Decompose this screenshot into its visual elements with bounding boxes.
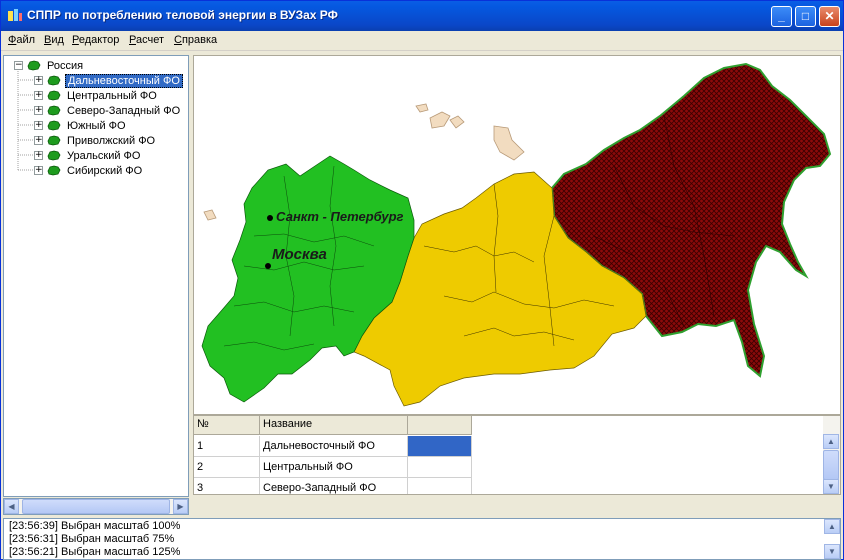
scroll-up-arrow-icon[interactable]: ▲	[823, 434, 839, 449]
region-tree[interactable]: − Россия + Дальневосточный ФО + Центральный…	[3, 55, 189, 497]
tree-item-district[interactable]: + Уральский ФО	[34, 148, 142, 163]
menu-help-mnemonic: С	[174, 34, 182, 46]
table-cell-name[interactable]: Центральный ФО	[260, 457, 408, 478]
scrollbar-thumb[interactable]	[22, 499, 170, 514]
column-header-value[interactable]	[408, 416, 472, 435]
expand-icon[interactable]: +	[34, 106, 43, 115]
region-map-icon	[47, 135, 61, 146]
menu-file-label: айл	[16, 34, 36, 46]
tree-item-label: Дальневосточный ФО	[65, 73, 183, 88]
region-map-icon	[47, 105, 61, 116]
close-button[interactable]: ✕	[819, 6, 840, 27]
minimize-button[interactable]: _	[771, 6, 792, 27]
menu-calculation-mnemonic: Р	[129, 34, 136, 46]
table-cell-color[interactable]	[408, 457, 472, 478]
region-map-icon	[27, 60, 41, 71]
moscow-marker	[265, 263, 271, 269]
column-header-number[interactable]: №	[194, 416, 260, 435]
region-map-icon	[47, 120, 61, 131]
scroll-down-arrow-icon[interactable]: ▼	[823, 479, 839, 494]
table-cell-color[interactable]	[408, 478, 472, 494]
spb-marker	[267, 215, 273, 221]
menu-editor[interactable]: Редактор	[72, 34, 119, 46]
menu-calculation-label: асчет	[135, 34, 164, 46]
table-cell-number[interactable]: 3	[194, 478, 260, 494]
menu-editor-mnemonic: Р	[72, 34, 79, 46]
tree-item-label: Центральный ФО	[67, 89, 157, 102]
log-line: [23:56:31] Выбран масштаб 75%	[9, 533, 175, 545]
russia-map[interactable]: Санкт - Петербург Москва	[193, 55, 841, 415]
region-map-icon	[47, 75, 61, 86]
tree-item-label: Северо-Западный ФО	[67, 104, 181, 117]
menu-editor-label: едактор	[78, 34, 120, 46]
table-cell-number[interactable]: 1	[194, 436, 260, 457]
log-line: [23:56:39] Выбран масштаб 100%	[9, 520, 181, 532]
table-cell-color[interactable]	[408, 436, 472, 457]
tree-item-district[interactable]: + Северо-Западный ФО	[34, 103, 182, 118]
log-line: [23:56:21] Выбран масштаб 125%	[9, 546, 181, 558]
tree-item-label: Россия	[47, 59, 84, 72]
menu-help[interactable]: Справка	[174, 34, 217, 46]
tree-item-district[interactable]: + Южный ФО	[34, 118, 128, 133]
maximize-button[interactable]: □	[795, 6, 816, 27]
title-bar[interactable]: СППР по потреблению теловой энергии в ВУ…	[1, 1, 843, 31]
expand-icon[interactable]: +	[34, 76, 43, 85]
menu-view[interactable]: Вид	[44, 34, 64, 46]
tree-item-label: Уральский ФО	[67, 149, 141, 162]
scroll-right-arrow-icon[interactable]: ▶	[173, 499, 188, 514]
spb-label: Санкт - Петербург	[276, 209, 404, 224]
expand-icon[interactable]: +	[34, 121, 43, 130]
tree-item-russia[interactable]: − Россия	[14, 58, 85, 73]
tree-item-district[interactable]: + Дальневосточный ФО	[34, 73, 183, 88]
expand-icon[interactable]: +	[34, 136, 43, 145]
expand-icon[interactable]: +	[34, 166, 43, 175]
districts-table[interactable]: № Название 1 Дальневосточный ФО 2 Центральн…	[193, 415, 841, 495]
tree-item-label: Приволжский ФО	[67, 134, 156, 147]
tree-item-district[interactable]: + Центральный ФО	[34, 88, 159, 103]
region-map-icon	[47, 150, 61, 161]
moscow-label: Москва	[272, 246, 327, 263]
menu-help-label: правка	[181, 34, 218, 46]
app-logo-icon	[7, 8, 23, 24]
window-title: СППР по потреблению теловой энергии в ВУ…	[27, 8, 338, 22]
scroll-down-arrow-icon[interactable]: ▼	[824, 544, 840, 559]
table-cell-name[interactable]: Дальневосточный ФО	[260, 436, 408, 457]
tree-item-label: Южный ФО	[67, 119, 126, 132]
scroll-up-arrow-icon[interactable]: ▲	[824, 519, 840, 534]
scrollbar-thumb[interactable]	[823, 450, 839, 480]
region-map-icon	[47, 90, 61, 101]
event-log[interactable]: [23:56:39] Выбран масштаб 100% [23:56:31…	[3, 518, 841, 560]
tree-item-district[interactable]: + Сибирский ФО	[34, 163, 144, 178]
menu-view-label: ид	[51, 34, 64, 46]
menu-calculation[interactable]: Расчет	[129, 34, 164, 46]
menu-file[interactable]: Файл	[8, 34, 35, 46]
expand-icon[interactable]: +	[34, 91, 43, 100]
column-header-name[interactable]: Название	[260, 416, 408, 435]
scroll-left-arrow-icon[interactable]: ◀	[4, 499, 19, 514]
region-map-icon	[47, 165, 61, 176]
menu-bar: Файл Вид Редактор Расчет Справка	[1, 31, 843, 51]
tree-item-label: Сибирский ФО	[67, 164, 143, 177]
main-window: СППР по потреблению теловой энергии в ВУ…	[0, 0, 844, 560]
tree-item-district[interactable]: + Приволжский ФО	[34, 133, 157, 148]
federal-districts-map	[201, 62, 832, 407]
tree-horizontal-scrollbar[interactable]: ◀ ▶	[3, 498, 189, 515]
table-vertical-scrollbar[interactable]: ▲ ▼	[823, 416, 840, 494]
table-cell-name[interactable]: Северо-Западный ФО	[260, 478, 408, 494]
table-cell-number[interactable]: 2	[194, 457, 260, 478]
collapse-icon[interactable]: −	[14, 61, 23, 70]
expand-icon[interactable]: +	[34, 151, 43, 160]
